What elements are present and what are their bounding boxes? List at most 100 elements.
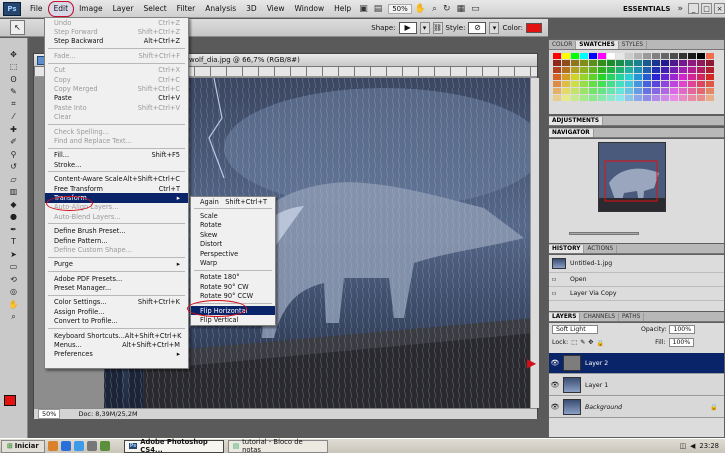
swatch[interactable] — [634, 95, 642, 101]
swatch[interactable] — [580, 88, 588, 94]
document-zoom-field[interactable]: 50% — [38, 409, 61, 419]
swatch[interactable] — [706, 53, 714, 59]
menu-item-perspective[interactable]: Perspective — [191, 249, 275, 258]
swatch[interactable] — [562, 67, 570, 73]
swatch[interactable] — [562, 53, 570, 59]
menu-3d[interactable]: 3D — [241, 1, 262, 17]
menu-item-define-brush-preset[interactable]: Define Brush Preset... — [45, 226, 188, 235]
swatch[interactable] — [553, 53, 561, 59]
menu-item-keyboard-shortcuts[interactable]: Keyboard Shortcuts... Alt+Shift+Ctrl+K — [45, 331, 188, 340]
menu-item-copy[interactable]: Copy Ctrl+C — [45, 75, 188, 84]
swatch[interactable] — [670, 53, 678, 59]
swatch[interactable] — [580, 60, 588, 66]
menu-item-warp[interactable]: Warp — [191, 258, 275, 267]
layer-link-icon[interactable]: ⛓ — [432, 21, 443, 34]
menu-file[interactable]: File — [25, 1, 48, 17]
menu-item-color-settings[interactable]: Color Settings... Shift+Ctrl+K — [45, 298, 188, 307]
eraser-tool-icon[interactable]: ▱ — [4, 173, 24, 186]
swatch[interactable] — [625, 60, 633, 66]
tab-adjustments[interactable]: ADJUSTMENTS — [549, 117, 604, 125]
swatch[interactable] — [571, 88, 579, 94]
menu-item-purge[interactable]: Purge ▸ — [45, 260, 188, 269]
swatch[interactable] — [625, 53, 633, 59]
swatch[interactable] — [661, 53, 669, 59]
blend-mode-select[interactable]: Soft Light — [552, 325, 598, 334]
swatch[interactable] — [553, 60, 561, 66]
swatch[interactable] — [607, 95, 615, 101]
swatch[interactable] — [697, 95, 705, 101]
swatch[interactable] — [553, 95, 561, 101]
style-picker[interactable]: ⊘ — [468, 21, 487, 34]
menu-item-skew[interactable]: Skew — [191, 230, 275, 239]
swatch[interactable] — [553, 81, 561, 87]
menu-item-check-spelling[interactable]: Check Spelling... — [45, 127, 188, 136]
path-select-tool-icon[interactable]: ➤ — [4, 248, 24, 261]
swatch[interactable] — [580, 53, 588, 59]
history-item[interactable]: ▫ Layer Via Copy — [549, 287, 724, 301]
menu-item-again[interactable]: Again Shift+Ctrl+T — [191, 197, 275, 206]
swatch[interactable] — [625, 81, 633, 87]
lock-all-icon[interactable]: 🔒 — [596, 339, 604, 347]
swatch[interactable] — [706, 81, 714, 87]
swatch[interactable] — [571, 81, 579, 87]
swatch[interactable] — [679, 74, 687, 80]
swatch[interactable] — [562, 81, 570, 87]
rotate-view-icon[interactable]: ↻ — [443, 4, 451, 14]
swatch[interactable] — [562, 60, 570, 66]
swatch[interactable] — [643, 60, 651, 66]
history-brush-icon[interactable]: ↺ — [4, 161, 24, 174]
taskbar-item-notepad[interactable]: ▤ tutorial - Bloco de notas — [227, 438, 328, 453]
tab-layers[interactable]: LAYERS — [549, 313, 581, 321]
navigator-zoom-slider[interactable] — [569, 232, 639, 235]
menu-item-find-and-replace-text[interactable]: Find and Replace Text... — [45, 136, 188, 145]
menu-item-preferences[interactable]: Preferences ▸ — [45, 350, 188, 359]
maximize-button[interactable]: □ — [701, 3, 712, 14]
healing-brush-icon[interactable]: ✚ — [4, 123, 24, 136]
swatch[interactable] — [553, 88, 561, 94]
swatch[interactable] — [580, 74, 588, 80]
swatch[interactable] — [706, 88, 714, 94]
swatch[interactable] — [571, 53, 579, 59]
swatch[interactable] — [679, 53, 687, 59]
swatch[interactable] — [670, 67, 678, 73]
swatch[interactable] — [589, 74, 597, 80]
swatch[interactable] — [688, 67, 696, 73]
blur-tool-icon[interactable]: ◆ — [4, 198, 24, 211]
chevron-icon[interactable]: » — [677, 4, 683, 14]
zoom-level-dropdown[interactable]: 50% — [388, 3, 412, 14]
swatch[interactable] — [643, 95, 651, 101]
3d-orbit-tool-icon[interactable]: ◎ — [4, 286, 24, 299]
visibility-eye-icon[interactable]: 👁 — [549, 403, 561, 411]
swatch[interactable] — [607, 81, 615, 87]
swatch[interactable] — [589, 67, 597, 73]
swatch[interactable] — [598, 88, 606, 94]
swatch[interactable] — [562, 74, 570, 80]
menu-edit[interactable]: Edit — [47, 0, 75, 17]
swatch[interactable] — [634, 88, 642, 94]
swatch[interactable] — [580, 81, 588, 87]
dodge-tool-icon[interactable]: ● — [4, 211, 24, 224]
menu-item-flip-vertical[interactable]: Flip Vertical — [191, 315, 275, 324]
history-item[interactable]: ▫ Open — [549, 273, 724, 287]
navigator-thumbnail[interactable] — [598, 142, 666, 212]
swatch[interactable] — [697, 60, 705, 66]
menu-item-paste[interactable]: Paste Ctrl+V — [45, 94, 188, 103]
menu-item-assign-profile[interactable]: Assign Profile... — [45, 307, 188, 316]
hand-tool-icon[interactable]: ✋ — [4, 298, 24, 311]
swatch[interactable] — [598, 60, 606, 66]
layer-row-layer-1[interactable]: 👁 Layer 1 — [549, 375, 724, 396]
hand-tool-icon[interactable]: ✋ — [415, 4, 426, 14]
close-button[interactable]: × — [714, 3, 725, 14]
swatch[interactable] — [625, 67, 633, 73]
swatch[interactable] — [679, 67, 687, 73]
menu-item-copy-merged[interactable]: Copy Merged Shift+Ctrl+C — [45, 84, 188, 93]
swatch[interactable] — [607, 53, 615, 59]
swatch[interactable] — [643, 88, 651, 94]
swatch[interactable] — [688, 95, 696, 101]
swatch[interactable] — [616, 60, 624, 66]
swatch[interactable] — [571, 60, 579, 66]
tab-paths[interactable]: PATHS — [619, 313, 645, 321]
swatch[interactable] — [589, 88, 597, 94]
lock-transparency-icon[interactable]: ⬚ — [571, 339, 577, 346]
menu-item-stroke[interactable]: Stroke... — [45, 160, 188, 169]
